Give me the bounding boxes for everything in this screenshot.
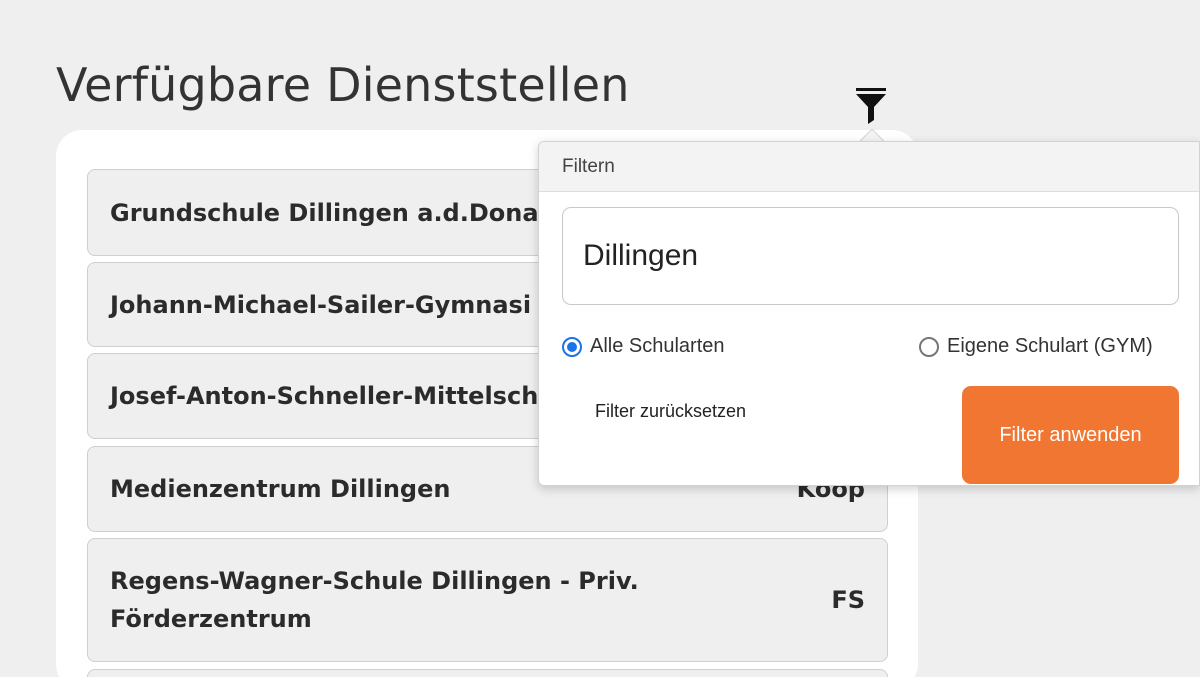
list-item-type: FS (831, 586, 865, 614)
radio-own-label: Eigene Schulart (GYM) (947, 335, 1153, 357)
radio-all-label: Alle Schularten (590, 335, 725, 357)
radio-checked-icon (562, 336, 582, 357)
filter-funnel-icon (856, 88, 886, 124)
list-item-name: Johann-Michael-Sailer-Gymnasi (110, 290, 532, 319)
reset-filter-button[interactable]: Filter zurücksetzen (595, 401, 746, 422)
filter-popover: Filtern Alle Schularten Eigene Schulart … (538, 141, 1200, 486)
list-item-name: Medienzentrum Dillingen (110, 475, 451, 503)
popover-arrow (857, 128, 885, 142)
list-item-name: Josef-Anton-Schneller-Mittelsch (110, 382, 539, 410)
popover-header: Filtern (539, 142, 1199, 192)
list-item-name: Regens-Wagner-Schule Dillingen - Priv. F… (110, 567, 639, 633)
list-item[interactable] (87, 669, 888, 677)
search-input[interactable] (562, 207, 1179, 305)
radio-all-school-types[interactable]: Alle Schularten (562, 335, 725, 358)
list-item-name: Grundschule Dillingen a.d.Donau (110, 198, 556, 227)
page-title: Verfügbare Dienststellen (56, 58, 630, 112)
radio-own-school-type[interactable]: Eigene Schulart (GYM) (919, 335, 1153, 358)
filter-toggle-button[interactable] (852, 84, 890, 126)
list-item[interactable]: Regens-Wagner-Schule Dillingen - Priv. F… (87, 538, 888, 662)
apply-filter-button[interactable]: Filter anwenden (962, 386, 1179, 484)
radio-unchecked-icon (919, 336, 939, 357)
